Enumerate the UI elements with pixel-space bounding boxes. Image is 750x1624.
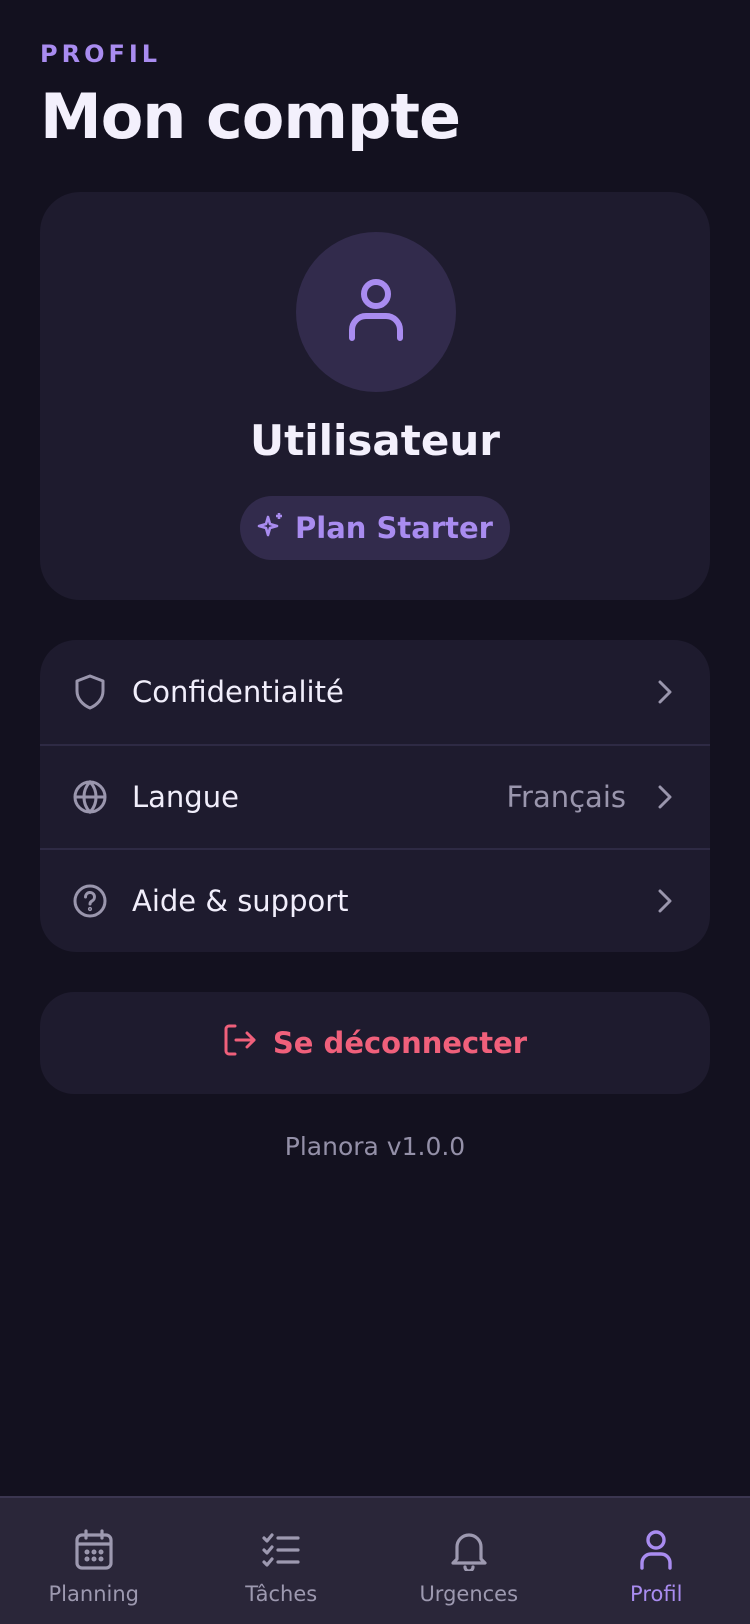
user-icon [634, 1528, 678, 1572]
section-eyebrow: PROFIL [40, 40, 162, 68]
tab-label: Profil [630, 1582, 683, 1606]
log-out-icon [223, 1023, 257, 1064]
user-icon [348, 278, 404, 346]
logout-button[interactable]: Se déconnecter [40, 992, 710, 1094]
profile-card: Utilisateur Plan Starter [40, 192, 710, 600]
settings-list: Confidentialité Langue Français Aide & s… [40, 640, 710, 952]
avatar[interactable] [296, 232, 456, 392]
checklist-icon [259, 1528, 303, 1572]
globe-icon [72, 779, 108, 815]
bell-icon [447, 1528, 491, 1572]
bottom-tab-bar: Planning Tâches Urgences Profil [0, 1496, 750, 1624]
tab-taches[interactable]: Tâches [188, 1498, 376, 1624]
plan-label: Plan Starter [295, 511, 493, 545]
settings-item-language[interactable]: Langue Français [40, 744, 710, 848]
settings-item-privacy[interactable]: Confidentialité [40, 640, 710, 744]
plan-badge[interactable]: Plan Starter [240, 496, 510, 560]
settings-item-label: Langue [132, 780, 239, 814]
profile-screen: PROFIL Mon compte Utilisateur Plan Start… [0, 0, 750, 1624]
tab-label: Planning [48, 1582, 139, 1606]
language-value: Français [506, 780, 626, 814]
tab-planning[interactable]: Planning [0, 1498, 188, 1624]
page-title: Mon compte [40, 80, 461, 153]
settings-item-help[interactable]: Aide & support [40, 848, 710, 952]
settings-item-label: Confidentialité [132, 675, 344, 709]
chevron-right-icon [654, 889, 676, 913]
settings-item-label: Aide & support [132, 884, 349, 918]
user-name: Utilisateur [250, 416, 500, 465]
tab-urgences[interactable]: Urgences [375, 1498, 563, 1624]
tab-label: Urgences [419, 1582, 519, 1606]
help-circle-icon [72, 883, 108, 919]
tab-label: Tâches [245, 1582, 318, 1606]
chevron-right-icon [654, 680, 676, 704]
shield-icon [72, 674, 108, 710]
sparkles-icon [257, 511, 285, 546]
chevron-right-icon [654, 785, 676, 809]
calendar-icon [72, 1528, 116, 1572]
app-version: Planora v1.0.0 [284, 1132, 466, 1161]
logout-label: Se déconnecter [272, 1026, 528, 1060]
tab-profil[interactable]: Profil [563, 1498, 750, 1624]
